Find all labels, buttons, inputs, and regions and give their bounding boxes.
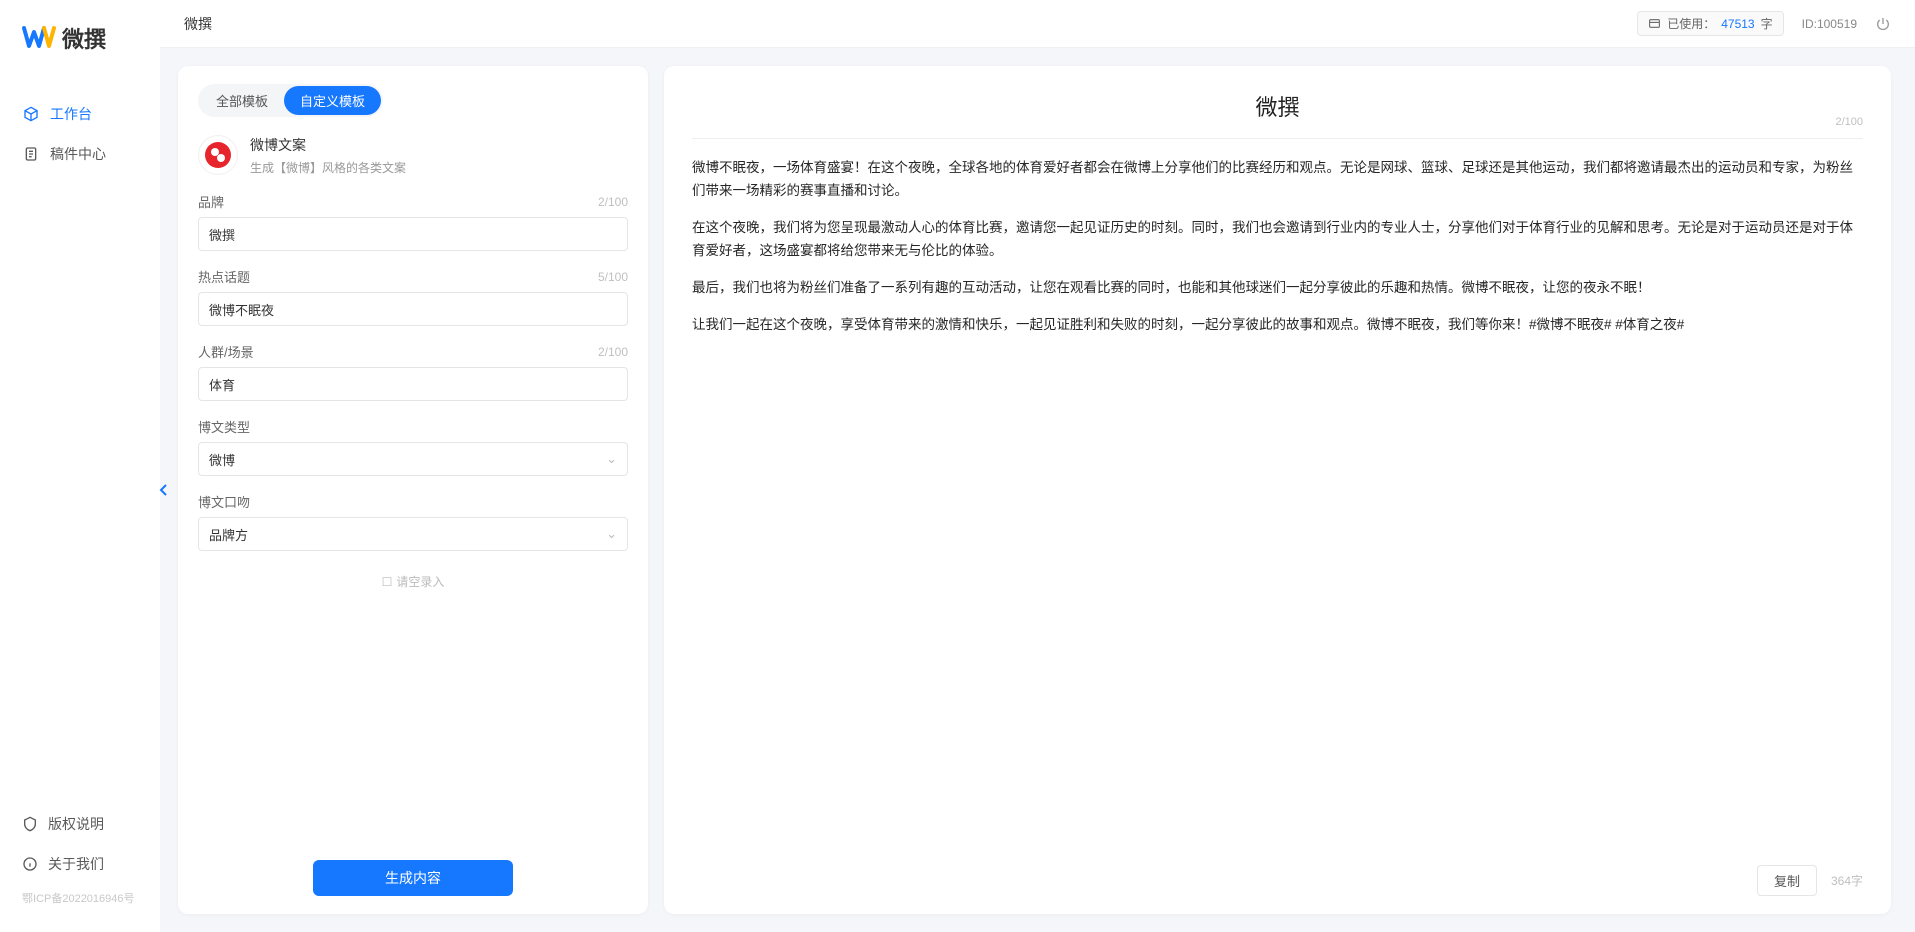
char-counter: 5/100 (598, 270, 628, 284)
output-paragraph: 在这个夜晚，我们将为您呈现最激动人心的体育比赛，邀请您一起见证历史的时刻。同时，… (692, 217, 1863, 263)
sidebar-item-workspace[interactable]: 工作台 (0, 94, 160, 134)
tab-all-templates[interactable]: 全部模板 (200, 86, 284, 115)
content: 全部模板 自定义模板 微博文案 生成【微博】风格的各类文案 品牌 2/100 (160, 48, 1915, 932)
usage-badge[interactable]: 已使用： 47513 字 (1637, 11, 1783, 36)
output-counter: 2/100 (1835, 116, 1863, 128)
select-value: 微博 (209, 450, 235, 469)
empty-hint: ☐ 请空录入 (198, 567, 628, 594)
select-value: 品牌方 (209, 525, 248, 544)
output-body: 微博不眠夜，一场体育盛宴！在这个夜晚，全球各地的体育爱好者都会在微博上分享他们的… (692, 157, 1863, 351)
field-scene: 人群/场景 2/100 (198, 342, 628, 401)
sidebar-bottom: 版权说明 关于我们 鄂ICP备2022016946号 (0, 804, 160, 922)
topbar: 微撰 已使用： 47513 字 ID:100519 (160, 0, 1915, 48)
output-paragraph: 微博不眠夜，一场体育盛宴！在这个夜晚，全球各地的体育爱好者都会在微博上分享他们的… (692, 157, 1863, 203)
post-type-select[interactable]: 微博 ⌄ (198, 442, 628, 476)
sidebar-item-label: 稿件中心 (50, 144, 106, 164)
info-icon (22, 856, 38, 872)
sidebar-item-copyright[interactable]: 版权说明 (0, 804, 160, 844)
logo-text: 微撰 (62, 22, 106, 54)
output-title: 微撰 (692, 90, 1863, 122)
user-id: ID:100519 (1802, 17, 1857, 31)
sidebar-item-about[interactable]: 关于我们 (0, 844, 160, 884)
shield-icon (22, 816, 38, 832)
output-panel: 微撰 2/100 微博不眠夜，一场体育盛宴！在这个夜晚，全球各地的体育爱好者都会… (664, 66, 1891, 914)
output-paragraph: 让我们一起在这个夜晚，享受体育带来的激情和快乐，一起见证胜利和失败的时刻，一起分… (692, 314, 1863, 337)
chevron-down-icon: ⌄ (606, 451, 617, 467)
divider (692, 138, 1863, 139)
usage-suffix: 字 (1761, 15, 1773, 32)
form-panel: 全部模板 自定义模板 微博文案 生成【微博】风格的各类文案 品牌 2/100 (178, 66, 648, 914)
collapse-handle[interactable] (158, 478, 170, 502)
field-label: 热点话题 (198, 267, 250, 286)
output-footer: 复制 364字 (1757, 865, 1863, 896)
usage-count: 47513 (1721, 17, 1754, 31)
brand-input[interactable] (198, 217, 628, 251)
empty-icon: ☐ (382, 575, 393, 589)
generate-button[interactable]: 生成内容 (313, 860, 513, 896)
copy-button[interactable]: 复制 (1757, 865, 1817, 896)
sidebar-item-label: 关于我们 (48, 854, 104, 874)
sidebar: 微撰 工作台 稿件中心 版权说明 (0, 0, 160, 932)
char-counter: 2/100 (598, 195, 628, 209)
usage-prefix: 已使用： (1667, 15, 1715, 32)
nav: 工作台 稿件中心 (0, 76, 160, 804)
char-counter: 2/100 (598, 345, 628, 359)
icp-text: 鄂ICP备2022016946号 (0, 884, 160, 912)
topbar-right: 已使用： 47513 字 ID:100519 (1637, 11, 1891, 36)
sidebar-item-drafts[interactable]: 稿件中心 (0, 134, 160, 174)
document-icon (22, 145, 40, 163)
field-label: 博文类型 (198, 417, 250, 436)
logo-icon (20, 20, 56, 56)
hot-topic-input[interactable] (198, 292, 628, 326)
card-icon (1648, 17, 1661, 30)
output-header: 微撰 2/100 (692, 90, 1863, 122)
template-subtitle: 生成【微博】风格的各类文案 (250, 159, 406, 176)
scene-input[interactable] (198, 367, 628, 401)
logo: 微撰 (0, 10, 160, 76)
field-label: 人群/场景 (198, 342, 254, 361)
cube-icon (22, 105, 40, 123)
template-header: 微博文案 生成【微博】风格的各类文案 (198, 135, 628, 176)
field-label: 品牌 (198, 192, 224, 211)
sidebar-item-label: 版权说明 (48, 814, 104, 834)
field-label: 博文口吻 (198, 492, 250, 511)
power-icon[interactable] (1875, 16, 1891, 32)
field-tone: 博文口吻 品牌方 ⌄ (198, 492, 628, 551)
template-tabs: 全部模板 自定义模板 (198, 84, 383, 117)
field-hot-topic: 热点话题 5/100 (198, 267, 628, 326)
field-brand: 品牌 2/100 (198, 192, 628, 251)
template-title: 微博文案 (250, 135, 406, 155)
field-post-type: 博文类型 微博 ⌄ (198, 417, 628, 476)
sidebar-item-label: 工作台 (50, 104, 92, 124)
main-area: 微撰 已使用： 47513 字 ID:100519 (160, 0, 1915, 932)
page-title: 微撰 (184, 14, 212, 34)
output-char-count: 364字 (1831, 872, 1863, 889)
tab-custom-templates[interactable]: 自定义模板 (284, 86, 381, 115)
weibo-icon (198, 135, 238, 175)
chevron-down-icon: ⌄ (606, 526, 617, 542)
tone-select[interactable]: 品牌方 ⌄ (198, 517, 628, 551)
output-paragraph: 最后，我们也将为粉丝们准备了一系列有趣的互动活动，让您在观看比赛的同时，也能和其… (692, 277, 1863, 300)
